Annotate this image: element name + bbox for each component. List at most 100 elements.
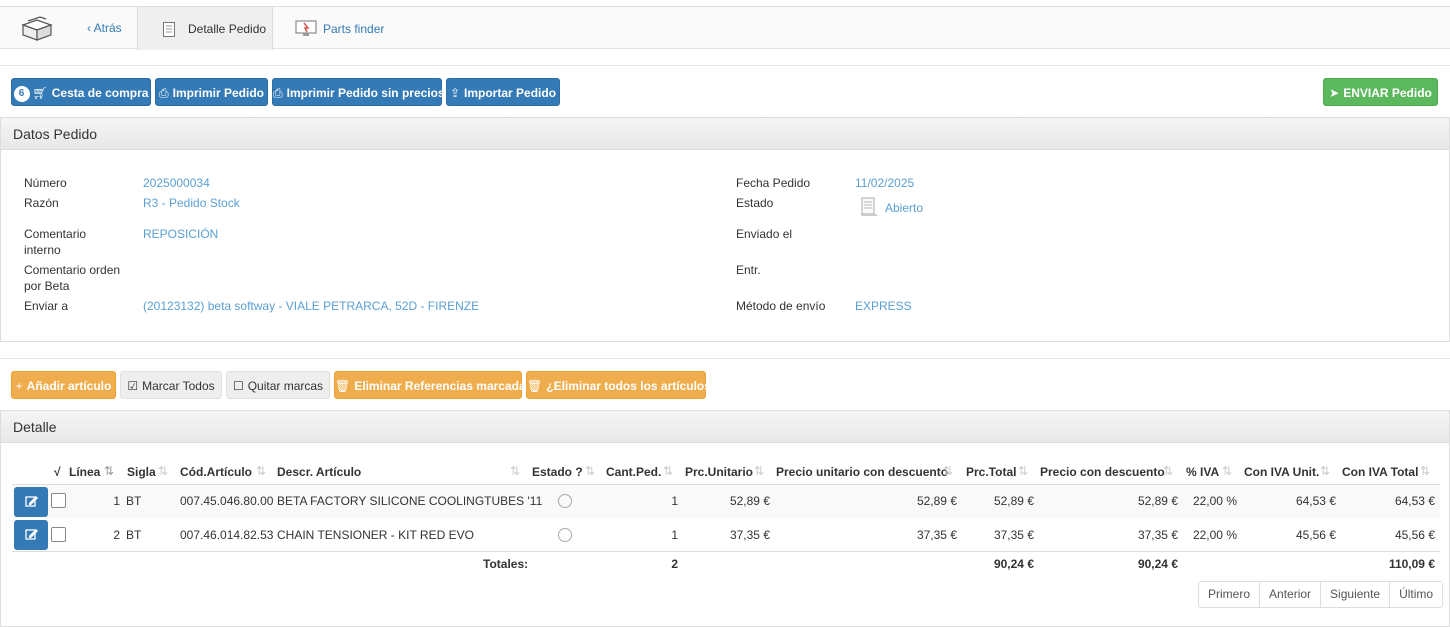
pagination: Primero Anterior Siguiente Último [1198,581,1444,608]
totals-label: Totales: [483,557,529,571]
razon-value: R3 - Pedido Stock [143,196,240,210]
col-prc-total[interactable]: Prc.Total [966,465,1016,479]
col-iva[interactable]: % IVA [1186,465,1219,479]
chevron-left-icon: ‹ [87,21,94,35]
sort-icon[interactable]: ⇅ [256,464,266,478]
status-check-icon [558,494,572,508]
paper-plane-icon: ➤ [1329,86,1340,100]
parts-box-logo-icon[interactable] [20,15,54,41]
sort-icon[interactable]: ⇅ [1320,464,1330,478]
edit-row-button[interactable] [14,520,48,550]
row-cant: 1 [671,494,678,508]
col-iva-total[interactable]: Con IVA Total [1342,465,1418,479]
col-prc-unit[interactable]: Prc.Unitario [685,465,753,479]
sort-icon[interactable]: ⇅ [585,464,595,478]
add-article-button[interactable]: + Añadir artículo [11,371,116,399]
enviar-a-label: Enviar a [24,299,69,313]
pager-next[interactable]: Siguiente [1321,582,1391,607]
col-check: √ [54,465,61,479]
detalle-header: Detalle [0,410,1450,443]
print-order-button[interactable]: ⎙ Imprimir Pedido [155,78,268,106]
col-descr[interactable]: Descr. Artículo [277,465,361,479]
plus-icon: + [15,379,23,393]
delete-marked-button[interactable]: 🗑︎ Eliminar Referencias marcadas [334,371,532,399]
checkbox-checked-icon: ☑ [127,379,139,393]
sort-icon[interactable]: ⇅ [663,464,673,478]
col-cod[interactable]: Cód.Artículo [180,465,252,479]
col-linea[interactable]: Línea [69,465,100,479]
printer-icon: ⎙ [159,86,169,100]
import-order-button[interactable]: ⇪ Importar Pedido [446,78,560,106]
delete-all-button[interactable]: 🗑︎ ¿Eliminar todos los artículos? [526,371,718,399]
trash-icon: 🗑︎ [335,379,351,393]
print-no-prices-button[interactable]: ⎙ Imprimir Pedido sin precios [272,78,445,106]
numero-value: 2025000034 [143,176,210,190]
col-sigla[interactable]: Sigla [127,465,156,479]
row-iva-total: 45,56 € [1394,528,1435,542]
row-iva: 22,00 % [1192,494,1237,508]
tab-detalle-pedido[interactable]: Detalle Pedido [137,6,273,50]
comentario-interno-value: REPOSICIÓN [143,227,219,241]
row-precio-desc: 52,89 € [1137,494,1178,508]
row-precio-desc: 37,35 € [1137,528,1178,542]
pager-last[interactable]: Último [1390,582,1442,607]
document-icon [163,22,175,37]
metodo-envio-label: Método de envío [736,299,826,313]
sort-asc-icon[interactable]: ⇅ [104,464,114,478]
pager-prev[interactable]: Anterior [1260,582,1322,607]
col-estado[interactable]: Estado ? [532,465,583,479]
sort-icon[interactable]: ⇅ [1222,464,1232,478]
top-nav: ‹ Atrás Detalle Pedido Parts finder [0,6,1450,50]
col-precio-desc[interactable]: Precio con descuento [1040,465,1165,479]
row-iva-total: 64,53 € [1394,494,1435,508]
unmark-button[interactable]: ☐ Quitar marcas [226,371,330,399]
col-cant[interactable]: Cant.Ped. [606,465,661,479]
edit-row-button[interactable] [14,487,48,517]
sort-icon[interactable]: ⇅ [1163,464,1173,478]
comentario-interno-label: Comentario interno [24,227,87,257]
row-cant: 1 [671,528,678,542]
send-order-button[interactable]: ➤ ENVIAR Pedido [1323,78,1438,106]
back-link[interactable]: ‹ Atrás [87,21,122,35]
col-iva-unit[interactable]: Con IVA Unit. [1244,465,1319,479]
row-prc-unit-desc: 52,89 € [916,494,957,508]
row-prc-total: 52,89 € [993,494,1034,508]
comentario-orden-label: Comentario orden por Beta [24,263,121,293]
row-prc-unit: 52,89 € [729,494,770,508]
totals-iva-total: 110,09 € [1388,557,1435,571]
row-linea: 1 [113,494,120,508]
row-linea: 2 [113,528,120,542]
sort-icon[interactable]: ⇅ [1420,464,1430,478]
sort-icon[interactable]: ⇅ [943,464,953,478]
row-sigla: BT [126,528,142,542]
row-iva-unit: 64,53 € [1295,494,1336,508]
cart-count-badge: 6 [13,86,30,102]
row-descr: CHAIN TENSIONER - KIT RED EVO [277,528,474,542]
sort-icon[interactable]: ⇅ [158,464,168,478]
row-iva-unit: 45,56 € [1295,528,1336,542]
row-checkbox[interactable] [51,493,66,508]
mark-all-button[interactable]: ☑ Marcar Todos [120,371,222,399]
upload-icon: ⇪ [449,86,461,100]
row-checkbox[interactable] [51,527,66,542]
row-cod: 007.45.046.80.00 [180,494,274,508]
divider [0,358,1450,359]
enviar-a-value[interactable]: (20123132) beta softway - VIALE PETRARCA… [143,298,479,314]
metodo-envio-value: EXPRESS [855,299,912,313]
col-prc-unit-desc[interactable]: Precio unitario con descuento [776,465,948,479]
pager-first[interactable]: Primero [1199,582,1261,607]
row-prc-unit-desc: 37,35 € [916,528,957,542]
totals-precio-desc: 90,24 € [1137,557,1178,571]
cart-button[interactable]: 6 🛒︎ Cesta de compra [11,78,151,106]
sort-icon[interactable]: ⇅ [754,464,764,478]
estado-value: Abierto [885,201,924,215]
sort-icon[interactable]: ⇅ [1018,464,1028,478]
trash-icon: 🗑︎ [527,379,543,393]
row-descr: BETA FACTORY SILICONE COOLINGTUBES '11 [277,494,543,508]
sort-icon[interactable]: ⇅ [510,464,520,478]
row-sigla: BT [126,494,142,508]
status-check-icon [558,528,572,542]
numero-label: Número [24,176,67,190]
fecha-value: 11/02/2025 [855,176,915,190]
fecha-label: Fecha Pedido [736,176,811,190]
